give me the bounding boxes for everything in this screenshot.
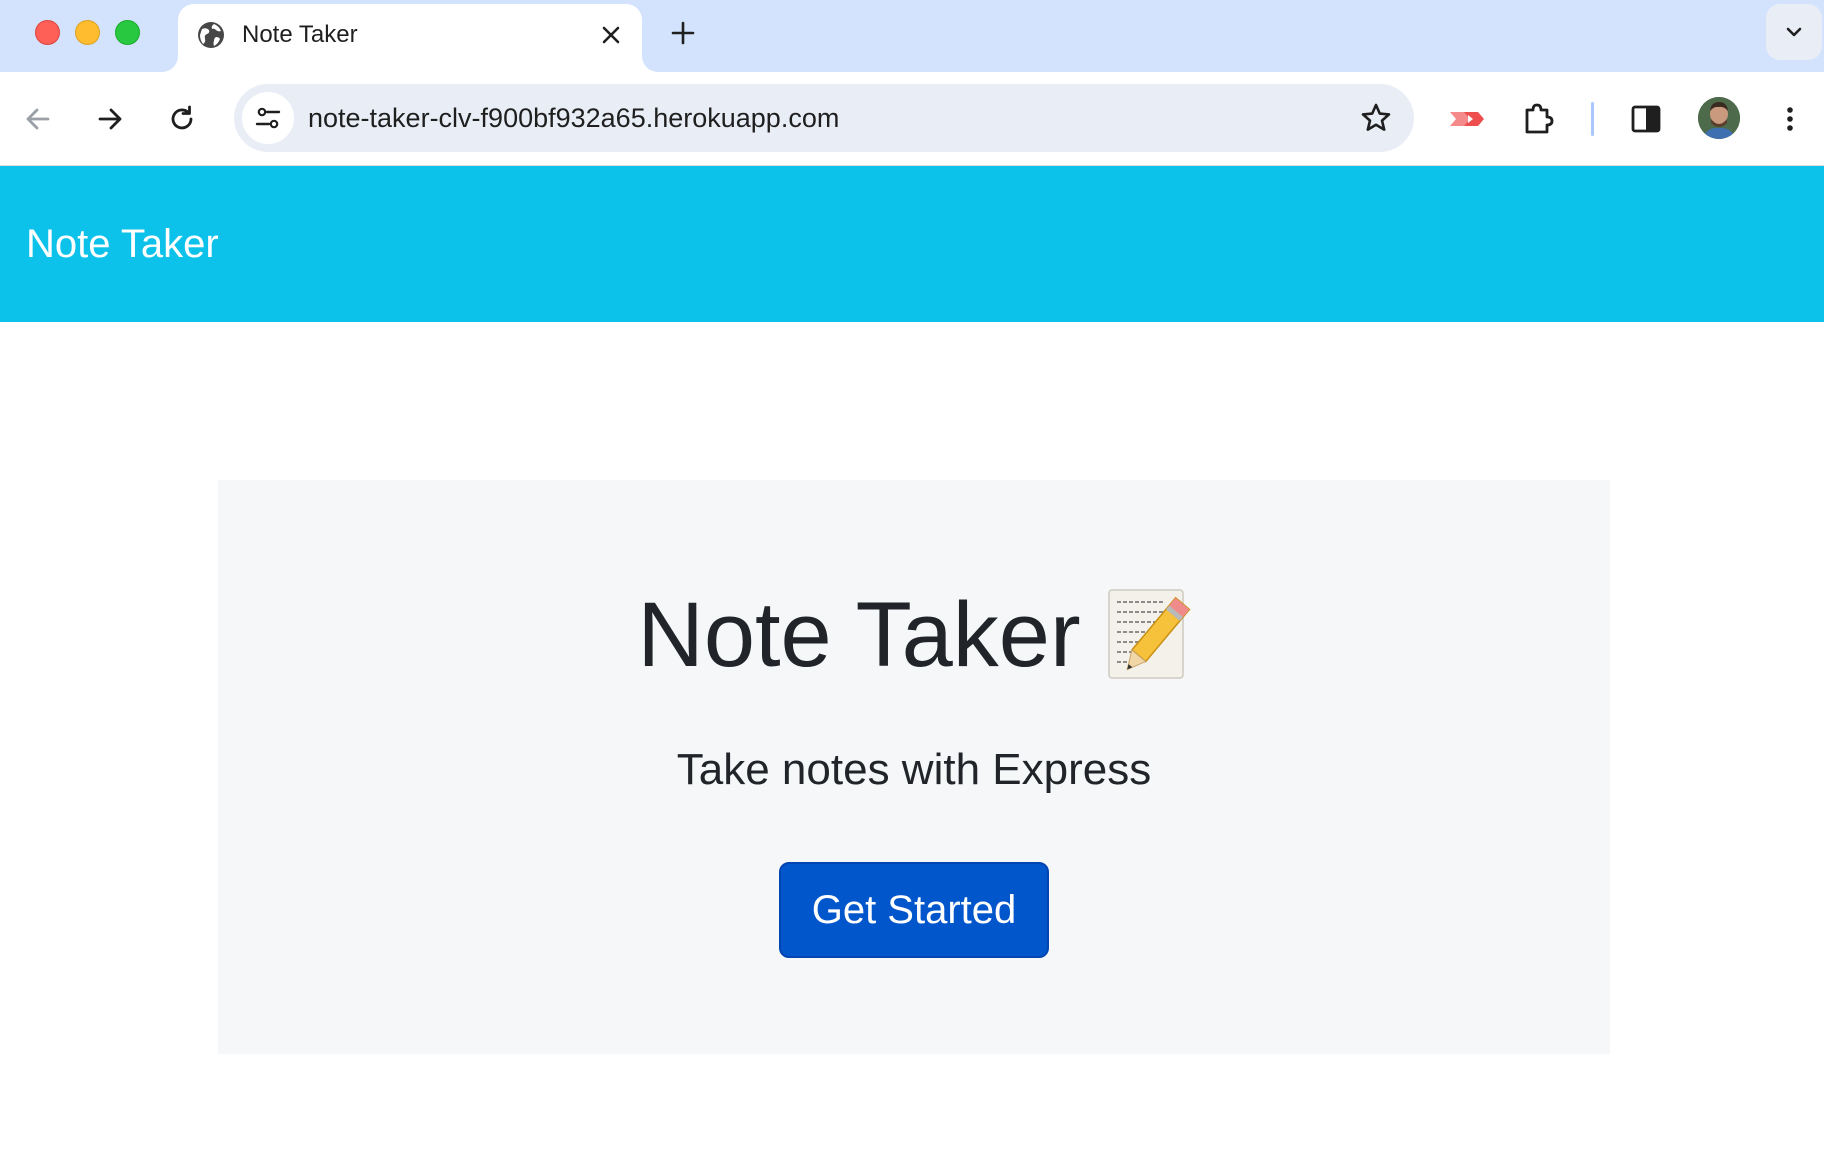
hero-subtitle: Take notes with Express — [676, 745, 1152, 794]
site-info-icon[interactable] — [242, 92, 294, 144]
chevron-down-icon — [1786, 27, 1802, 37]
minimize-window-button[interactable] — [75, 20, 100, 45]
close-tab-icon[interactable] — [596, 20, 626, 50]
avatar[interactable] — [1698, 97, 1740, 139]
tab-strip: Note Taker — [0, 0, 1824, 72]
browser-toolbar: note-taker-clv-f900bf932a65.herokuapp.co… — [0, 72, 1824, 166]
memo-pencil-icon — [1107, 586, 1191, 682]
tab-title: Note Taker — [242, 21, 358, 48]
url-text[interactable]: note-taker-clv-f900bf932a65.herokuapp.co… — [308, 103, 839, 133]
hero-jumbotron: Note Taker Take notes with Express Get S… — [218, 480, 1610, 1054]
navbar-brand-link[interactable]: Note Taker — [26, 219, 219, 269]
side-panel-icon[interactable] — [1626, 99, 1666, 139]
star-icon[interactable] — [1356, 98, 1396, 138]
toolbar-divider — [1591, 102, 1594, 136]
reload-icon[interactable] — [162, 99, 202, 139]
puzzle-extensions-icon[interactable] — [1518, 99, 1558, 139]
get-started-button[interactable]: Get Started — [779, 862, 1049, 958]
hero-title-text: Note Taker — [637, 584, 1081, 686]
browser-tab[interactable]: Note Taker — [178, 4, 642, 72]
site-navbar: Note Taker — [0, 166, 1824, 322]
more-vert-icon[interactable] — [1770, 99, 1810, 139]
maximize-window-button[interactable] — [115, 20, 140, 45]
forward-arrow-icon[interactable] — [90, 99, 130, 139]
tab-search-button[interactable] — [1766, 4, 1822, 60]
globe-icon — [196, 20, 226, 50]
address-bar[interactable]: note-taker-clv-f900bf932a65.herokuapp.co… — [234, 84, 1414, 152]
extension-cast-icon[interactable] — [1446, 99, 1486, 139]
close-window-button[interactable] — [35, 20, 60, 45]
hero-title: Note Taker — [218, 580, 1610, 690]
back-arrow-icon[interactable] — [18, 99, 58, 139]
plus-icon[interactable] — [666, 16, 700, 50]
